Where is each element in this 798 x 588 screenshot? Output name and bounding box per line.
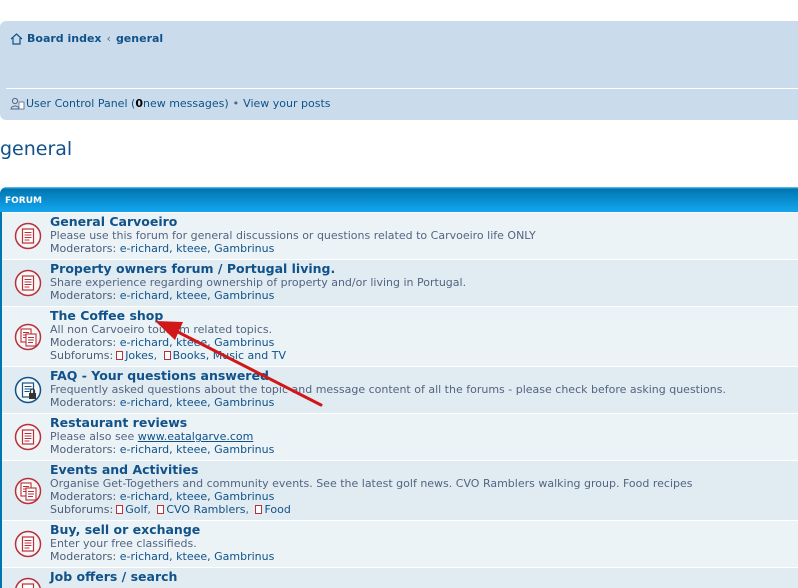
moderators-label: Moderators: — [50, 336, 117, 350]
subforum-link-books[interactable]: Books, Music and TV — [173, 349, 286, 362]
subforum-icon — [255, 505, 263, 515]
forum-list-header: FORUM — [0, 187, 798, 212]
forum-description: Frequently asked questions about the top… — [50, 383, 726, 396]
forum-title[interactable]: Job offers / search — [50, 569, 177, 584]
home-icon[interactable] — [10, 32, 23, 45]
moderators-label: Moderators: — [50, 443, 117, 457]
user-control-panel-icon — [10, 97, 25, 110]
forum-row: Restaurant reviews Please also see www.e… — [2, 413, 798, 460]
forum-title[interactable]: Restaurant reviews — [50, 415, 274, 430]
forum-subforum-icon — [14, 477, 42, 505]
forum-list: FORUM General Carvoeiro Please use this … — [0, 187, 798, 588]
userbar-separator: • — [232, 97, 240, 110]
forum-title[interactable]: FAQ - Your questions answered — [50, 368, 726, 383]
navbar: Board index ‹ general User Control Panel… — [0, 21, 798, 120]
forum-description: Please use this forum for general discus… — [50, 229, 536, 242]
subforums-label: Subforums: — [50, 349, 114, 363]
subforum-link-golf[interactable]: Golf — [125, 503, 147, 516]
moderators-label: Moderators: — [50, 396, 117, 410]
forum-subforum-icon — [14, 323, 42, 351]
navbar-divider — [6, 88, 798, 89]
user-links: User Control Panel (0 new messages) • Vi… — [10, 97, 331, 110]
new-messages-link[interactable]: new messages) — [143, 97, 229, 110]
subforum-icon — [116, 351, 124, 361]
forum-row: Events and Activities Organise Get-Toget… — [2, 460, 798, 520]
forum-row: Job offers / search — [2, 567, 798, 588]
forum-row: The Coffee shop All non Carvoeiro touris… — [2, 306, 798, 366]
ucp-link[interactable]: User Control Panel — [26, 97, 128, 110]
forum-row: Property owners forum / Portugal living.… — [2, 259, 798, 306]
subforum-icon — [116, 505, 124, 515]
forum-moderators[interactable]: e-richard, kteee, Gambrinus — [120, 443, 275, 456]
moderators-label: Moderators: — [50, 550, 117, 564]
forum-read-icon — [14, 222, 42, 250]
forum-read-icon — [14, 530, 42, 558]
breadcrumb-current[interactable]: general — [116, 32, 163, 45]
forum-moderators[interactable]: e-richard, kteee, Gambrinus — [120, 550, 275, 563]
subforum-link-cvo-ramblers[interactable]: CVO Ramblers — [166, 503, 245, 516]
moderators-label: Moderators: — [50, 242, 117, 256]
forum-row: FAQ - Your questions answered Frequently… — [2, 366, 798, 413]
view-your-posts-link[interactable]: View your posts — [243, 97, 330, 110]
forum-title[interactable]: General Carvoeiro — [50, 214, 536, 229]
forum-read-icon — [15, 577, 41, 588]
forum-description: Enter your free classifieds. — [50, 537, 197, 550]
subforum-icon — [163, 351, 171, 361]
forum-moderators[interactable]: e-richard, kteee, Gambrinus — [120, 242, 275, 255]
forum-locked-icon — [14, 376, 42, 404]
subforums-label: Subforums: — [50, 503, 114, 517]
breadcrumb-separator: ‹ — [106, 32, 111, 45]
forum-row: General Carvoeiro Please use this forum … — [2, 212, 798, 259]
subforum-link-food[interactable]: Food — [264, 503, 290, 516]
forum-moderators[interactable]: e-richard, kteee, Gambrinus — [120, 289, 275, 302]
forum-read-icon — [14, 423, 42, 451]
forum-title[interactable]: Property owners forum / Portugal living. — [50, 261, 466, 276]
forum-title[interactable]: Events and Activities — [50, 462, 692, 477]
forum-title[interactable]: Buy, sell or exchange — [50, 522, 274, 537]
page-title: general — [0, 138, 73, 160]
moderators-label: Moderators: — [50, 289, 117, 303]
forum-description: Please also see — [50, 430, 138, 443]
forum-description: Organise Get-Togethers and community eve… — [50, 477, 693, 490]
forum-title[interactable]: The Coffee shop — [50, 308, 286, 323]
breadcrumb: Board index ‹ general — [10, 32, 163, 45]
forum-description: All non Carvoeiro tourism related topics… — [50, 323, 273, 336]
forum-read-icon — [14, 269, 42, 297]
forum-row: Buy, sell or exchange Enter your free cl… — [2, 520, 798, 567]
subforum-icon — [157, 505, 165, 515]
forum-description: Share experience regarding ownership of … — [50, 276, 467, 289]
external-link[interactable]: www.eatalgarve.com — [138, 430, 254, 443]
new-messages-count[interactable]: 0 — [135, 97, 143, 110]
forum-moderators[interactable]: e-richard, kteee, Gambrinus — [120, 396, 275, 409]
forum-moderators[interactable]: e-richard, kteee, Gambrinus — [120, 336, 275, 349]
moderators-label: Moderators: — [50, 490, 117, 504]
breadcrumb-board-index[interactable]: Board index — [27, 32, 102, 45]
forum-moderators[interactable]: e-richard, kteee, Gambrinus — [120, 490, 275, 503]
subforum-link-jokes[interactable]: Jokes — [125, 349, 153, 362]
